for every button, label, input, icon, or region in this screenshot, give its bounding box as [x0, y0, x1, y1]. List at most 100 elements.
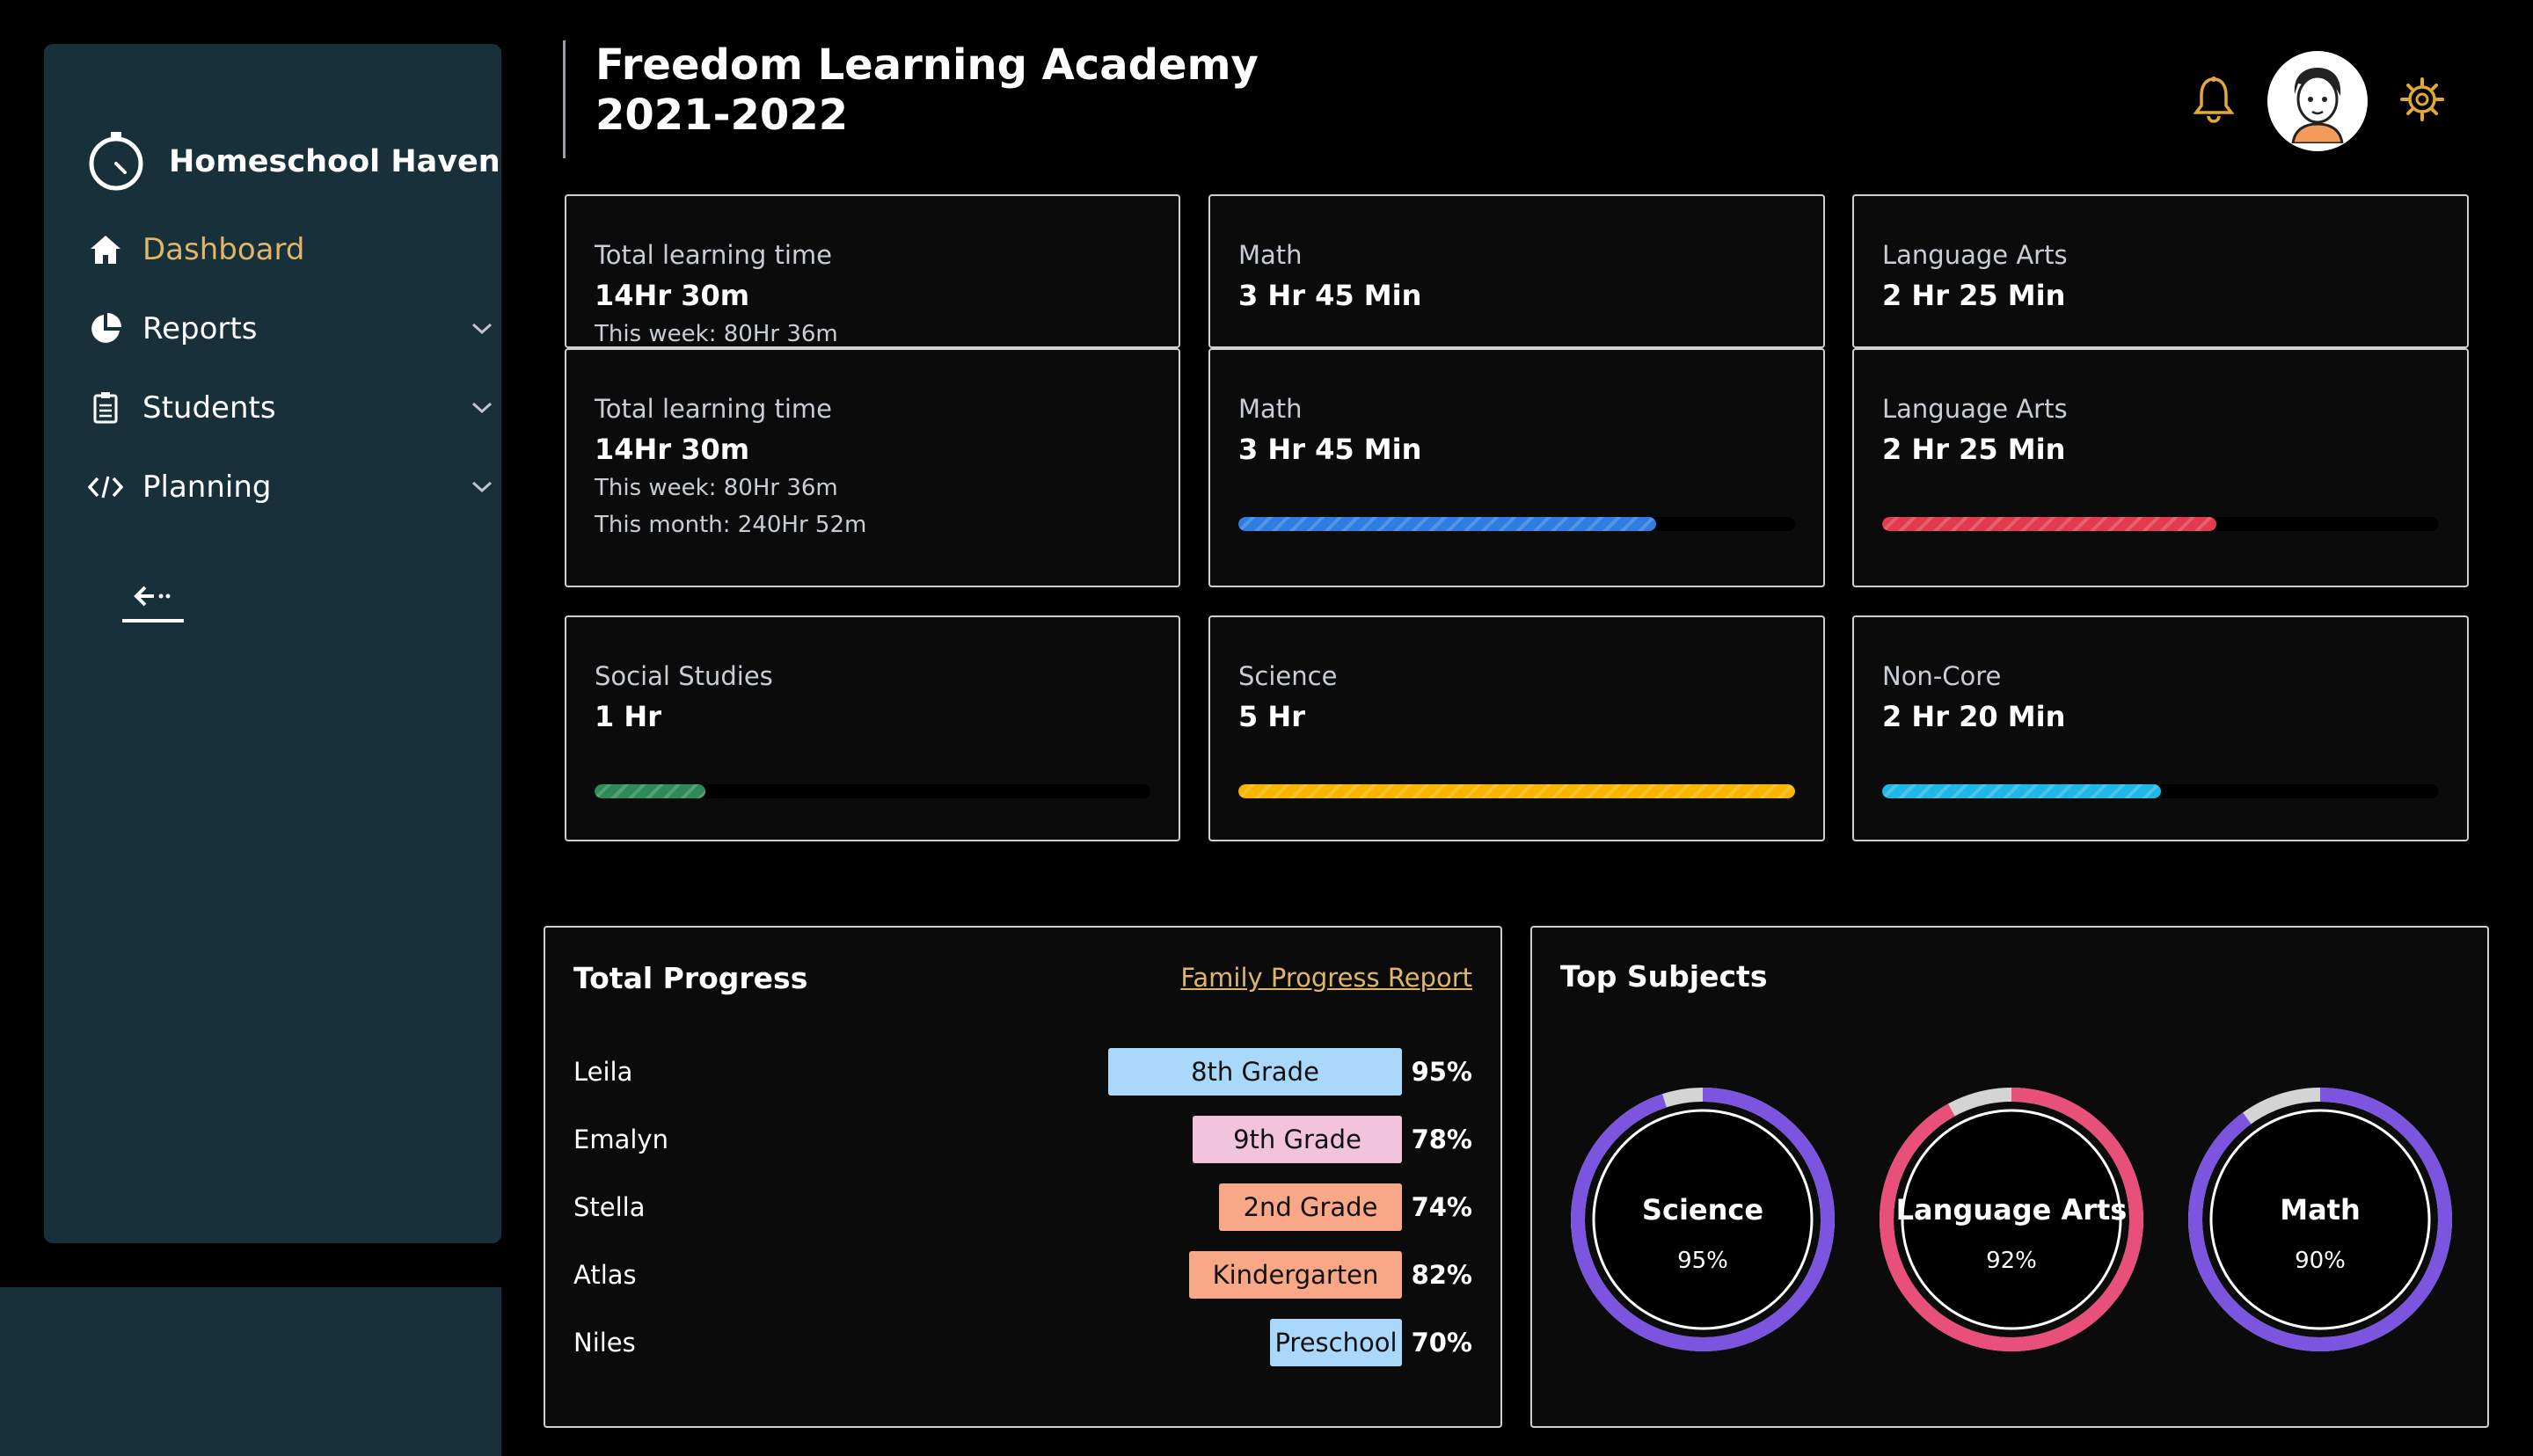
chevron-down-icon[interactable]: [464, 390, 500, 426]
subject-donut-language-arts[interactable]: Language Arts 92%: [1878, 1086, 2145, 1353]
progress-fill: [1882, 784, 2161, 798]
stat-card-total-time: Total learning time 14Hr 30m This week: …: [565, 348, 1180, 587]
student-percent: 95%: [1411, 1057, 1472, 1087]
stat-label: Total learning time: [595, 394, 832, 424]
subject-donut-math[interactable]: Math 90%: [2186, 1086, 2454, 1353]
grade-badge: 8th Grade: [1108, 1048, 1402, 1096]
student-name: Leila: [573, 1057, 633, 1087]
progress-track: [1882, 784, 2439, 798]
subject-donut-science[interactable]: Science 95%: [1569, 1086, 1836, 1353]
total-progress-panel: Total Progress Family Progress Report Le…: [544, 926, 1502, 1428]
subject-name: Science: [1641, 1193, 1764, 1227]
chevron-down-icon[interactable]: [464, 311, 500, 346]
stat-value: 5 Hr: [1238, 700, 1305, 733]
student-percent: 74%: [1411, 1192, 1472, 1222]
stat-value: 3 Hr 45 Min: [1238, 279, 1422, 312]
progress-track: [595, 784, 1150, 798]
student-row[interactable]: Stella 2nd Grade 74%: [573, 1183, 1472, 1232]
stat-label: Social Studies: [595, 661, 773, 691]
stat-week: This week: 80Hr 36m: [595, 475, 838, 501]
progress-fill: [1238, 784, 1795, 798]
sidebar-item-planning[interactable]: Planning: [86, 468, 500, 506]
stat-card-social-studies: Social Studies 1 Hr: [565, 615, 1180, 841]
stat-card-science: Science 5 Hr: [1208, 615, 1825, 841]
stat-value: 2 Hr 25 Min: [1882, 433, 2066, 466]
panel-title: Top Subjects: [1560, 959, 1768, 994]
progress-fill: [1238, 517, 1656, 531]
stat-card-total-time-peek: Total learning time 14Hr 30m This week: …: [565, 194, 1180, 348]
brand[interactable]: Homeschool Haven: [86, 128, 500, 195]
grade-badge: Preschool: [1270, 1319, 1402, 1366]
sidebar-item-label: Planning: [142, 470, 272, 505]
arrow-left-icon: [133, 584, 173, 612]
stat-card-language-arts-peek: Language Arts 2 Hr 25 Min: [1852, 194, 2469, 348]
sidebar-item-label: Reports: [142, 311, 258, 346]
school-year: 2021-2022: [595, 91, 849, 140]
stat-label: Language Arts: [1882, 394, 2068, 424]
top-subjects-panel: Top Subjects Science 95% Language Arts 9…: [1530, 926, 2489, 1428]
grade-badge: Kindergarten: [1189, 1251, 1402, 1299]
stat-value: 2 Hr 25 Min: [1882, 279, 2066, 312]
code-icon: [86, 468, 125, 506]
student-name: Stella: [573, 1192, 646, 1222]
sidebar-item-reports[interactable]: Reports: [86, 309, 500, 348]
sidebar-item-dashboard[interactable]: Dashboard: [86, 230, 500, 269]
stat-value: 1 Hr: [595, 700, 661, 733]
subject-percent: 92%: [1986, 1248, 2037, 1274]
student-row[interactable]: Atlas Kindergarten 82%: [573, 1250, 1472, 1299]
gear-icon[interactable]: [2399, 76, 2445, 126]
grade-badge: 9th Grade: [1193, 1116, 1402, 1163]
page-title: Freedom Learning Academy 2021-2022: [563, 40, 1259, 158]
progress-track: [1238, 517, 1795, 531]
stopwatch-icon: [86, 128, 146, 195]
student-percent: 78%: [1411, 1125, 1472, 1154]
progress-fill: [1882, 517, 2216, 531]
student-percent: 82%: [1411, 1260, 1472, 1290]
pie-chart-icon: [86, 309, 125, 348]
stat-month: This month: 240Hr 52m: [595, 512, 867, 538]
subject-percent: 95%: [1677, 1248, 1728, 1274]
stat-label: Language Arts: [1882, 240, 2068, 270]
panel-title: Total Progress: [573, 961, 808, 995]
subject-name: Math: [2280, 1193, 2361, 1227]
subject-percent: 90%: [2295, 1248, 2346, 1274]
stat-card-non-core: Non-Core 2 Hr 20 Min: [1852, 615, 2469, 841]
stat-value: 2 Hr 20 Min: [1882, 700, 2066, 733]
progress-track: [1238, 784, 1795, 798]
student-row[interactable]: Leila 8th Grade 95%: [573, 1047, 1472, 1096]
home-icon: [86, 230, 125, 269]
underline: [122, 619, 184, 622]
stat-card-math-peek: Math 3 Hr 45 Min: [1208, 194, 1825, 348]
sidebar-item-label: Dashboard: [142, 232, 305, 267]
student-name: Emalyn: [573, 1125, 668, 1154]
stat-value: 14Hr 30m: [595, 433, 750, 466]
student-row[interactable]: Emalyn 9th Grade 78%: [573, 1115, 1472, 1164]
stat-label: Math: [1238, 240, 1303, 270]
stat-label: Math: [1238, 394, 1303, 424]
stat-label: Non-Core: [1882, 661, 2002, 691]
avatar[interactable]: [2267, 51, 2368, 151]
stat-value: 3 Hr 45 Min: [1238, 433, 1422, 466]
family-progress-report-link[interactable]: Family Progress Report: [1180, 963, 1472, 993]
student-name: Niles: [573, 1328, 636, 1358]
stat-sub: This week: 80Hr 36m: [595, 321, 838, 347]
student-percent: 70%: [1411, 1328, 1472, 1358]
clipboard-icon: [86, 389, 125, 427]
stat-card-math: Math 3 Hr 45 Min: [1208, 348, 1825, 587]
progress-fill: [595, 784, 706, 798]
stat-label: Total learning time: [595, 240, 832, 270]
bell-icon[interactable]: [2192, 76, 2236, 127]
header-actions: [2192, 51, 2445, 151]
school-name: Freedom Learning Academy: [595, 40, 1259, 90]
sidebar: Homeschool Haven Dashboard Reports Stude…: [44, 44, 501, 1243]
student-row[interactable]: Niles Preschool 70%: [573, 1318, 1472, 1367]
sidebar-item-label: Students: [142, 390, 276, 426]
stat-value: 14Hr 30m: [595, 279, 750, 312]
progress-track: [1882, 517, 2439, 531]
chevron-down-icon[interactable]: [464, 470, 500, 505]
collapse-sidebar-button[interactable]: [121, 577, 185, 630]
grade-badge: 2nd Grade: [1219, 1183, 1402, 1231]
sidebar-item-students[interactable]: Students: [86, 389, 500, 427]
brand-name: Homeschool Haven: [169, 144, 500, 179]
stat-card-language-arts: Language Arts 2 Hr 25 Min: [1852, 348, 2469, 587]
